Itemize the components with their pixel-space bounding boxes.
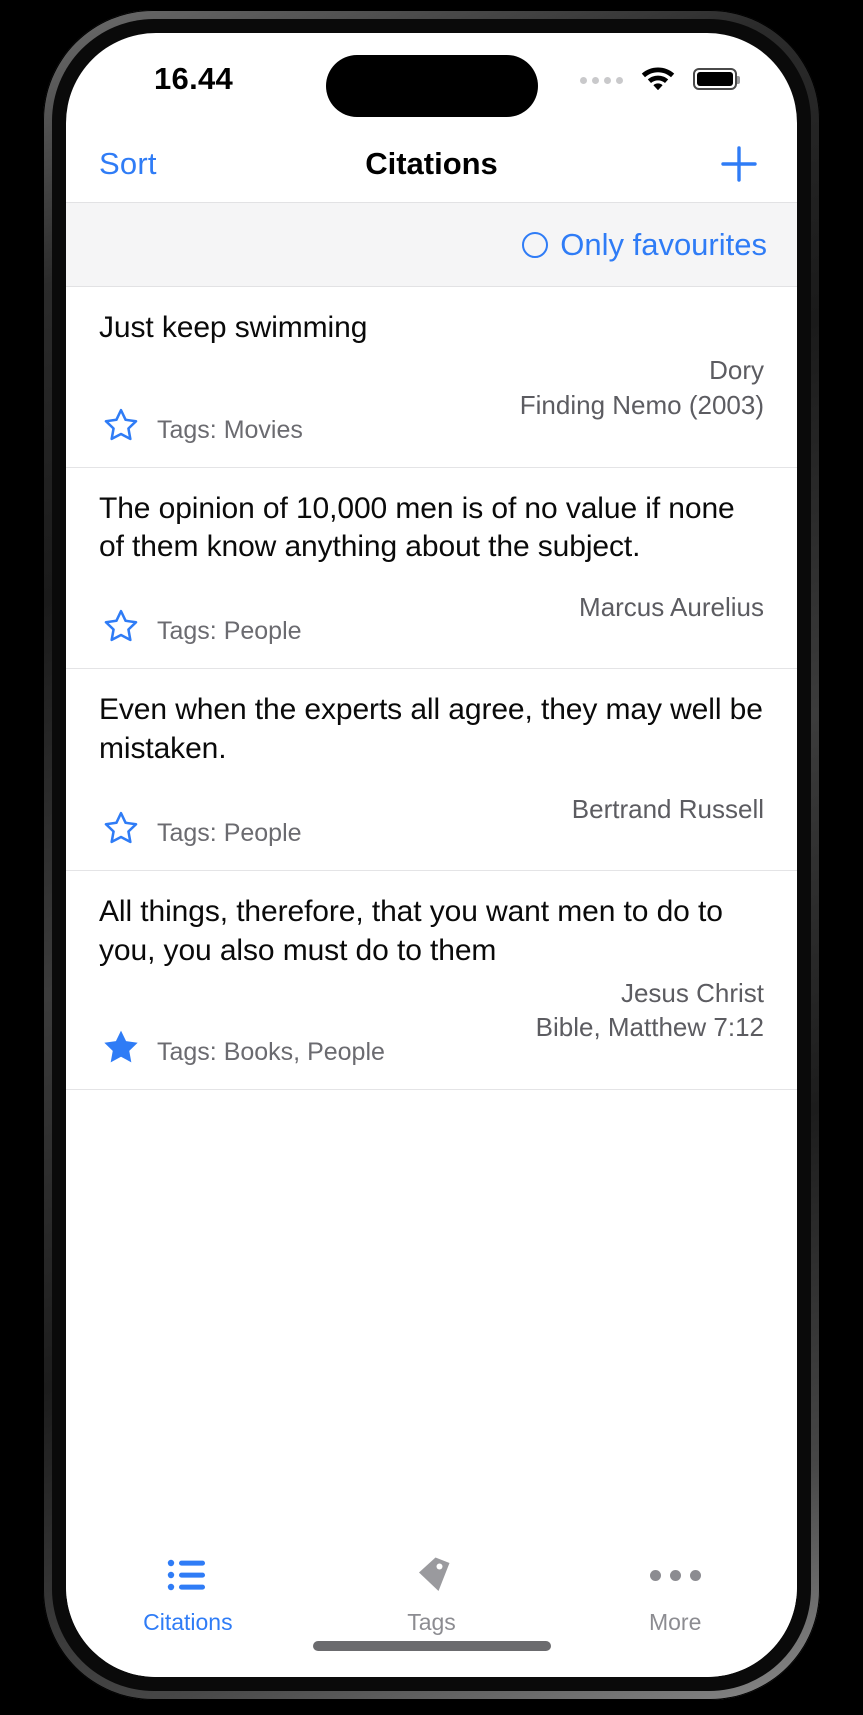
citation-source: Finding Nemo (2003) xyxy=(519,389,764,420)
citation-text: All things, therefore, that you want men… xyxy=(99,895,723,967)
tab-more[interactable]: More xyxy=(553,1553,797,1636)
citation-attribution: Bertrand Russell xyxy=(572,792,764,861)
star-outline-icon xyxy=(104,610,138,642)
dynamic-island xyxy=(325,55,538,117)
favourite-star-button[interactable] xyxy=(99,604,143,648)
favourite-star-button[interactable] xyxy=(99,806,143,850)
page-title: Citations xyxy=(365,145,498,181)
table-row[interactable]: Just keep swimming Tags: Movies Dory Fin… xyxy=(66,287,797,468)
citation-tags: Tags: People xyxy=(157,819,302,848)
signal-dots-icon xyxy=(580,77,623,84)
citation-text: Even when the experts all agree, they ma… xyxy=(99,693,763,765)
battery-icon xyxy=(693,68,740,90)
citation-attribution: Jesus Christ Bible, Matthew 7:12 xyxy=(536,976,764,1079)
tab-tags-label: Tags xyxy=(407,1609,456,1635)
citation-text: Just keep swimming xyxy=(99,311,368,344)
phone-frame: 16.44 Sort Citations Only favourites Jus… xyxy=(43,10,820,1700)
list-bullet-icon xyxy=(166,1553,210,1597)
table-row[interactable]: Even when the experts all agree, they ma… xyxy=(66,669,797,872)
tab-tags[interactable]: Tags xyxy=(310,1553,554,1636)
home-indicator[interactable] xyxy=(312,1641,551,1651)
citation-author: Marcus Aurelius xyxy=(579,591,764,622)
citation-text: The opinion of 10,000 men is of no value… xyxy=(99,491,735,563)
favourite-star-button[interactable] xyxy=(99,403,143,447)
circle-outline-icon xyxy=(522,231,549,258)
citation-attribution: Dory Finding Nemo (2003) xyxy=(520,353,764,456)
citation-attribution: Marcus Aurelius xyxy=(579,590,764,659)
filter-bar: Only favourites xyxy=(66,203,797,287)
wifi-icon xyxy=(640,63,676,95)
star-outline-icon xyxy=(104,811,138,844)
citation-author: Bertrand Russell xyxy=(571,793,764,824)
citation-source: Bible, Matthew 7:12 xyxy=(535,1012,764,1043)
tab-bar: Citations Tags More xyxy=(66,1527,797,1677)
status-bar: 16.44 xyxy=(66,33,797,125)
tab-citations-label: Citations xyxy=(143,1609,233,1635)
navigation-bar: Sort Citations xyxy=(66,125,797,203)
status-indicators xyxy=(580,63,740,95)
tag-icon xyxy=(410,1553,454,1597)
citation-author: Dory xyxy=(709,355,764,386)
ellipsis-icon xyxy=(649,1553,701,1597)
table-row[interactable]: The opinion of 10,000 men is of no value… xyxy=(66,468,797,670)
status-time: 16.44 xyxy=(154,61,234,96)
tab-more-label: More xyxy=(648,1609,702,1635)
citation-tags: Tags: Movies xyxy=(157,415,303,444)
citation-tags: Tags: Books, People xyxy=(157,1038,385,1067)
sort-button[interactable]: Sort xyxy=(99,146,157,182)
table-row[interactable]: All things, therefore, that you want men… xyxy=(66,871,797,1091)
star-filled-icon xyxy=(104,1030,138,1063)
tab-citations[interactable]: Citations xyxy=(66,1553,310,1636)
citation-tags: Tags: People xyxy=(157,617,302,646)
plus-icon xyxy=(721,145,757,182)
citation-author: Jesus Christ xyxy=(620,977,764,1008)
favourite-star-button[interactable] xyxy=(99,1025,143,1069)
add-citation-button[interactable] xyxy=(714,139,764,189)
only-favourites-toggle[interactable]: Only favourites xyxy=(522,227,767,263)
screenshot-canvas: 16.44 Sort Citations Only favourites Jus… xyxy=(0,0,863,1715)
citations-list: Just keep swimming Tags: Movies Dory Fin… xyxy=(66,287,797,1527)
phone-screen: 16.44 Sort Citations Only favourites Jus… xyxy=(66,33,797,1677)
only-favourites-label: Only favourites xyxy=(560,226,767,262)
phone-bezel: 16.44 Sort Citations Only favourites Jus… xyxy=(52,19,811,1691)
star-outline-icon xyxy=(104,408,138,440)
